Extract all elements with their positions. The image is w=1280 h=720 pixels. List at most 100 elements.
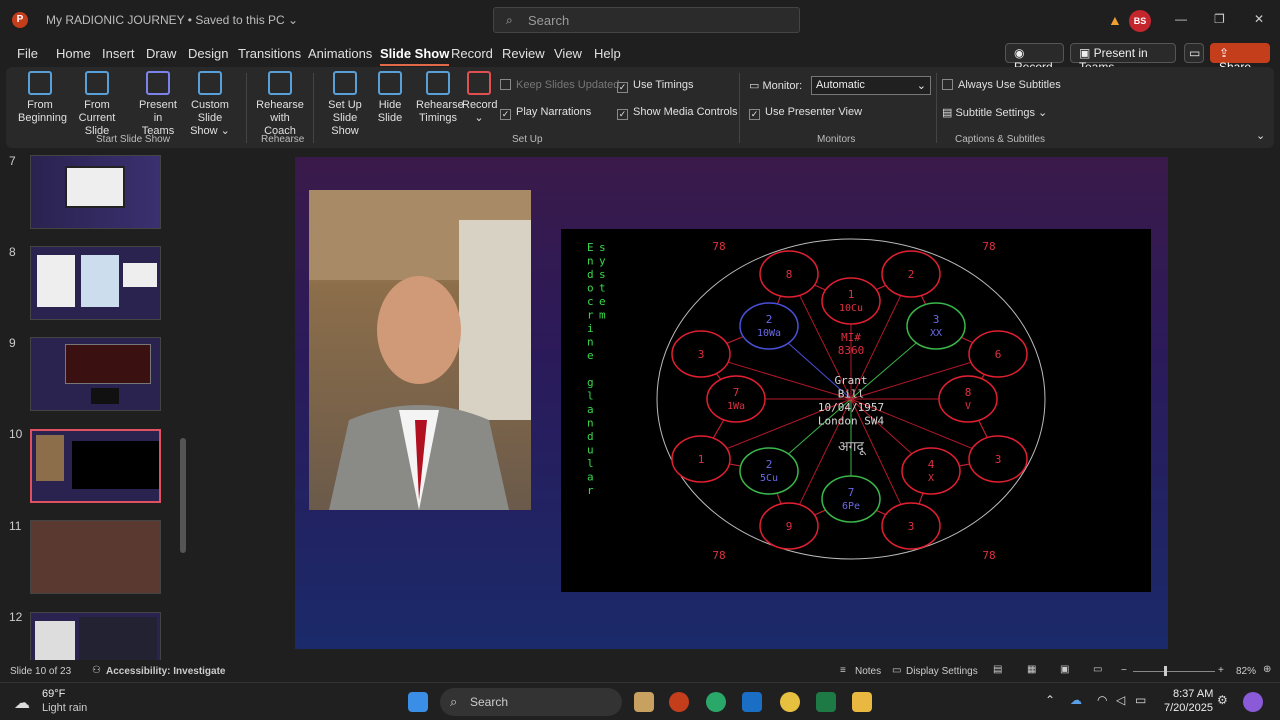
vertical-letter: d — [587, 268, 594, 281]
custom-slide-show-button[interactable]: Custom Slide Show ⌄ — [179, 71, 241, 138]
weather-desc[interactable]: Light rain — [42, 702, 87, 714]
rehearse-with-coach-button[interactable]: Rehearse with Coach — [253, 71, 307, 138]
close-icon[interactable]: ✕ — [1254, 12, 1264, 26]
zoom-slider-thumb[interactable] — [1164, 666, 1167, 676]
slideshow-view-icon[interactable]: ▭ — [1093, 664, 1102, 675]
avatar[interactable]: BS — [1129, 10, 1151, 32]
powerpoint-taskbar-icon[interactable] — [669, 692, 689, 712]
tab-animations[interactable]: Animations — [308, 46, 372, 61]
slide-thumbnail-11[interactable] — [30, 520, 161, 594]
notes-button[interactable]: Notes — [855, 666, 881, 677]
from-beginning-button[interactable]: From Beginning — [18, 71, 67, 125]
center-text: Grant — [834, 374, 867, 387]
display-settings-button[interactable]: Display Settings — [906, 666, 978, 677]
subtitle-settings-button[interactable]: ▤ Subtitle Settings ⌄ — [942, 106, 1047, 119]
restore-icon[interactable]: ❐ — [1214, 12, 1225, 26]
thumbnail-image — [123, 263, 157, 287]
current-slide[interactable]: Endocrine glandularsystem 1 10Cu 2 3 XX 6 8 V 3 4… — [295, 157, 1168, 649]
reading-view-icon[interactable]: ▣ — [1060, 664, 1069, 675]
hide-slide-button[interactable]: Hide Slide — [375, 71, 405, 125]
record-ribbon-button[interactable]: Record ⌄ — [462, 71, 497, 125]
present-in-teams-ribbon-button[interactable]: Present in Teams — [138, 71, 178, 138]
play-narrations-checkbox[interactable]: ✓ Play Narrations — [500, 106, 591, 120]
notification-icon[interactable]: ⚙ — [1217, 693, 1228, 707]
thumbnail-scrollbar[interactable] — [180, 438, 186, 553]
edge-icon[interactable] — [706, 692, 726, 712]
onedrive-icon[interactable]: ☁ — [1070, 693, 1082, 707]
use-presenter-view-checkbox[interactable]: ✓ Use Presenter View — [749, 106, 862, 120]
portrait-photo[interactable] — [309, 190, 531, 510]
slide-number: 10 — [9, 427, 23, 441]
chevron-up-icon[interactable]: ⌃ — [1045, 693, 1055, 707]
weather-temp[interactable]: 69°F — [42, 688, 65, 700]
taskbar: ☁ 69°F Light rain ⌕ Search ⌃ ☁ ◠ ◁ ▭ 8:3… — [0, 682, 1280, 720]
slide-thumbnail-9[interactable] — [30, 337, 161, 411]
zoom-slider[interactable] — [1133, 671, 1215, 672]
slide-thumbnail-10[interactable] — [30, 429, 161, 503]
slide-counter[interactable]: Slide 10 of 23 — [10, 666, 71, 677]
set-up-slide-show-button[interactable]: Set Up Slide Show — [318, 71, 372, 138]
copilot-icon[interactable] — [1243, 692, 1263, 712]
tab-view[interactable]: View — [554, 46, 582, 61]
node-label: 10Wa — [757, 328, 781, 339]
tab-design[interactable]: Design — [188, 46, 228, 61]
tab-slide-show[interactable]: Slide Show — [380, 46, 450, 66]
tab-review[interactable]: Review — [502, 46, 545, 61]
collapse-ribbon-icon[interactable]: ⌄ — [1256, 129, 1265, 142]
monitor-select[interactable]: Automatic ⌄ — [811, 76, 931, 95]
show-media-controls-checkbox[interactable]: ✓ Show Media Controls — [617, 106, 738, 120]
minimize-icon[interactable]: — — [1175, 12, 1187, 26]
fit-slide-icon[interactable]: ⊕ — [1263, 664, 1271, 675]
slide-thumbnail-8[interactable] — [30, 246, 161, 320]
node-label: V — [965, 401, 971, 412]
from-current-slide-button[interactable]: From Current Slide — [68, 71, 126, 138]
tab-file[interactable]: File — [17, 46, 38, 61]
present-in-teams-button[interactable]: ▣ Present in Teams — [1070, 43, 1176, 74]
zoom-in-icon[interactable]: + — [1218, 665, 1224, 676]
clock-time[interactable]: 8:37 AM — [1173, 688, 1213, 700]
tab-draw[interactable]: Draw — [146, 46, 176, 61]
windows-start-icon[interactable] — [408, 692, 428, 712]
slide-thumbnail-7[interactable] — [30, 155, 161, 229]
slide-number: 11 — [9, 519, 22, 533]
record-button[interactable]: ◉ Record — [1005, 43, 1064, 74]
tab-transitions[interactable]: Transitions — [238, 46, 301, 61]
ribbon: From Beginning From Current Slide Present i… — [6, 67, 1274, 148]
warning-icon[interactable]: ▲ — [1108, 12, 1122, 28]
file-explorer-icon[interactable] — [634, 692, 654, 712]
share-button[interactable]: ⇪ Share — [1210, 43, 1270, 74]
use-timings-checkbox[interactable]: ✓ Use Timings — [617, 79, 694, 93]
tab-help[interactable]: Help — [594, 46, 621, 61]
excel-icon[interactable] — [816, 692, 836, 712]
rehearse-timings-button[interactable]: Rehearse Timings — [416, 71, 464, 125]
search-icon: ⌕ — [506, 13, 513, 27]
node-number: 1 — [698, 453, 705, 466]
taskbar-search[interactable]: ⌕ Search — [440, 688, 622, 716]
clock-date[interactable]: 7/20/2025 — [1164, 702, 1213, 714]
checkbox-empty — [942, 79, 953, 90]
folder-icon[interactable] — [852, 692, 872, 712]
zoom-level[interactable]: 82% — [1236, 666, 1256, 677]
slide-sorter-icon[interactable]: ▦ — [1027, 664, 1036, 675]
volume-icon[interactable]: ◁ — [1116, 693, 1125, 707]
separator — [313, 73, 314, 143]
comments-icon[interactable]: ▭ — [1184, 43, 1204, 63]
chrome-icon[interactable] — [780, 692, 800, 712]
document-title[interactable]: My RADIONIC JOURNEY • Saved to this PC ⌄ — [46, 13, 298, 27]
zoom-out-icon[interactable]: − — [1121, 665, 1127, 676]
normal-view-icon[interactable]: ▤ — [993, 664, 1002, 675]
tab-insert[interactable]: Insert — [102, 46, 135, 61]
wifi-icon[interactable]: ◠ — [1097, 693, 1107, 707]
radionic-chart-screen[interactable]: Endocrine glandularsystem 1 10Cu 2 3 XX 6 8 V 3 4… — [561, 229, 1151, 592]
battery-icon[interactable]: ▭ — [1135, 693, 1146, 707]
checkmark-icon: ✓ — [617, 109, 628, 120]
tab-home[interactable]: Home — [56, 46, 91, 61]
tab-record[interactable]: Record — [451, 46, 493, 61]
thumbnail-image — [36, 435, 64, 481]
outlook-icon[interactable] — [742, 692, 762, 712]
slide-number: 12 — [9, 610, 23, 624]
search-input[interactable]: ⌕ Search — [493, 7, 800, 33]
accessibility-status[interactable]: Accessibility: Investigate — [106, 666, 226, 677]
keep-updated-label: Keep Slides Updated — [516, 79, 620, 91]
always-use-subtitles-checkbox[interactable]: Always Use Subtitles — [942, 79, 1061, 91]
